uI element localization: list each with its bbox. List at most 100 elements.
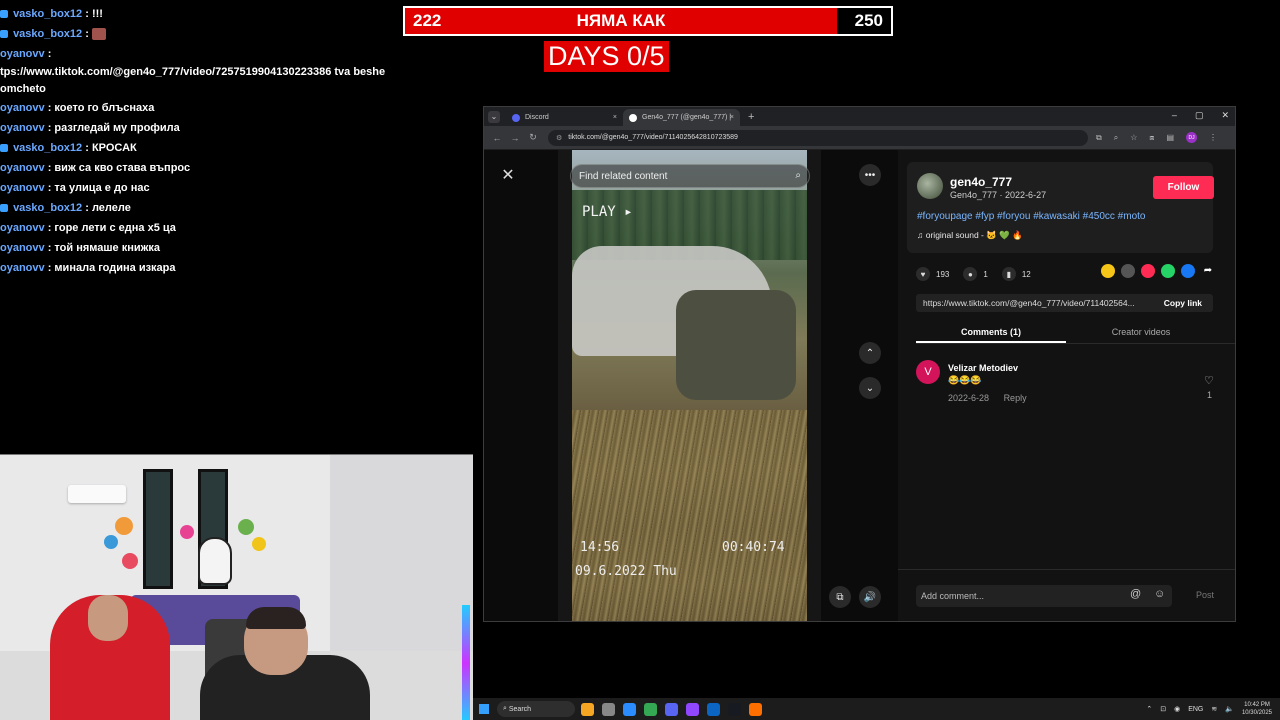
wifi-icon[interactable]: ≋ [1211, 705, 1217, 713]
chat-username[interactable]: oyanovv [0, 182, 45, 194]
emoji-icon[interactable]: ☺ [1154, 588, 1165, 600]
mic-icon[interactable]: ◉ [1174, 705, 1180, 713]
taskbar-app-icon[interactable] [749, 702, 762, 716]
comment-date: 2022-6-28 [948, 393, 990, 403]
install-icon[interactable]: ⧉ [1096, 133, 1102, 143]
url-field[interactable]: ⚙ tiktok.com/@gen4o_777/video/7114025642… [548, 129, 1088, 146]
taskbar-app-icon[interactable] [728, 702, 741, 716]
reload-button[interactable]: ↻ [526, 132, 540, 143]
share-link-row: https://www.tiktok.com/@gen4o_777/video/… [916, 294, 1213, 312]
tab-discord[interactable]: Discord × [506, 109, 623, 126]
chat-username[interactable]: oyanovv [0, 122, 45, 134]
post-button[interactable]: Post [1196, 590, 1214, 600]
tab-close-icon[interactable]: × [730, 114, 734, 121]
extensions-icon[interactable]: ⧈ [1149, 133, 1154, 143]
clock[interactable]: 10:42 PM 10/30/2025 [1242, 701, 1272, 717]
minimize-button[interactable]: – [1172, 110, 1177, 121]
taskbar-app-icon[interactable] [707, 702, 720, 716]
webcam-sticker [115, 517, 133, 535]
previous-video-icon[interactable]: ⌃ [859, 342, 881, 364]
video-player[interactable]: PLAY ▸ 14:56 00:40:74 09.6.2022 Thu [558, 150, 821, 621]
taskbar-app-icon[interactable] [602, 702, 615, 716]
reply-button[interactable]: Reply [1004, 393, 1027, 403]
follow-button[interactable]: Follow [1153, 176, 1214, 199]
sound-label[interactable]: ♫ original sound - 🐱 💚 🔥 [917, 230, 1023, 241]
taskbar-app-icon[interactable] [623, 702, 636, 716]
score-target: 250 [854, 11, 883, 30]
floating-player-icon[interactable]: ⧉ [829, 586, 851, 608]
whatsapp-icon[interactable] [1161, 264, 1175, 278]
video-frame[interactable]: PLAY ▸ 14:56 00:40:74 09.6.2022 Thu [572, 150, 807, 621]
tab-search-button[interactable]: ⌄ [488, 110, 500, 123]
commenter-name[interactable]: Velizar Metodiev [948, 363, 1018, 373]
embed-icon[interactable] [1121, 264, 1135, 278]
score-fill: 222 НЯМА КАК [405, 8, 837, 34]
friends-share-icon[interactable] [1101, 264, 1115, 278]
add-comment-input[interactable]: Add comment... @ ☺ [916, 585, 1172, 607]
language-indicator[interactable]: ENG [1188, 706, 1203, 713]
facebook-icon[interactable] [1181, 264, 1195, 278]
save-stat[interactable]: ▮ 12 [1001, 267, 1031, 281]
tab-comments[interactable]: Comments (1) [916, 322, 1066, 343]
chat-username[interactable]: vasko_box12 [13, 28, 82, 40]
chat-username[interactable]: vasko_box12 [13, 202, 82, 214]
bookmark-star-icon[interactable]: ☆ [1130, 133, 1137, 142]
video-play-overlay: PLAY ▸ [582, 204, 633, 220]
profile-avatar[interactable]: DJ [1186, 132, 1198, 143]
maximize-button[interactable]: ▢ [1195, 110, 1204, 121]
chat-username[interactable]: vasko_box12 [13, 8, 82, 20]
chat-username[interactable]: vasko_box12 [13, 142, 82, 154]
search-icon[interactable]: ⌕ [795, 170, 801, 181]
taskbar-search[interactable]: ⌕ Search [497, 701, 575, 717]
taskbar-app-icon[interactable] [644, 702, 657, 716]
related-search-input[interactable]: Find related content ⌕ [570, 164, 810, 188]
site-info-icon[interactable]: ⚙ [556, 134, 562, 142]
comment-like-icon[interactable]: ♡ [1204, 374, 1214, 387]
taskbar-app-icon[interactable] [665, 702, 678, 716]
taskbar: ⌕ Search ⌃ ⊡ ◉ ENG ≋ 🔈 10:42 PM 10/30/20… [473, 698, 1280, 720]
webcam-sticker [238, 519, 254, 535]
copy-link-button[interactable]: Copy link [1164, 298, 1202, 308]
mention-icon[interactable]: @ [1130, 588, 1141, 600]
close-video-icon[interactable]: ✕ [498, 166, 518, 186]
chat-username[interactable]: oyanovv [0, 262, 45, 274]
back-button[interactable]: ← [490, 133, 504, 143]
new-tab-button[interactable]: + [748, 111, 754, 123]
forward-button[interactable]: → [508, 133, 522, 143]
zoom-icon[interactable]: ⌕ [1114, 133, 1118, 143]
commenter-avatar[interactable]: V [916, 360, 940, 384]
tab-close-icon[interactable]: × [613, 114, 617, 121]
next-video-icon[interactable]: ⌄ [859, 377, 881, 399]
comment-stat[interactable]: ● 1 [963, 267, 988, 281]
sidebar-icon[interactable]: ▤ [1166, 133, 1174, 142]
share-link[interactable]: https://www.tiktok.com/@gen4o_777/video/… [923, 298, 1135, 308]
bookmark-icon: ▮ [1001, 267, 1016, 281]
speaker-icon[interactable]: 🔈 [1225, 705, 1234, 713]
hashtags[interactable]: #foryoupage #fyp #foryou #kawasaki #450c… [917, 211, 1145, 222]
windows-start-icon[interactable] [479, 704, 489, 714]
author-name[interactable]: gen4o_777 [950, 175, 1012, 189]
menu-icon[interactable]: ⋮ [1209, 133, 1217, 142]
taskbar-app-icon[interactable] [686, 702, 699, 716]
share-arrow-icon[interactable]: ➦ [1201, 264, 1215, 278]
repost-icon[interactable] [1141, 264, 1155, 278]
chat-separator: : [44, 122, 55, 134]
chat-overlay: vasko_box12 : !!! vasko_box12 : oyanovv … [0, 4, 470, 278]
chat-username[interactable]: oyanovv [0, 102, 45, 114]
webcam-feed [0, 454, 473, 720]
chat-username[interactable]: oyanovv [0, 48, 45, 60]
network-icon[interactable]: ⊡ [1160, 705, 1166, 713]
chat-line: oyanovv : та улица е до нас [0, 178, 470, 198]
author-avatar[interactable] [917, 173, 943, 199]
close-window-button[interactable]: ✕ [1221, 110, 1229, 121]
volume-icon[interactable]: 🔊 [859, 586, 881, 608]
chevron-up-icon[interactable]: ⌃ [1146, 705, 1152, 713]
more-options-icon[interactable]: ••• [859, 164, 881, 186]
tab-tiktok[interactable]: Gen4o_777 (@gen4o_777) | × [623, 109, 740, 126]
chat-username[interactable]: oyanovv [0, 242, 45, 254]
taskbar-app-icon[interactable] [581, 702, 594, 716]
chat-username[interactable]: oyanovv [0, 162, 45, 174]
tab-creator-videos[interactable]: Creator videos [1066, 322, 1216, 343]
like-stat[interactable]: ♥ 193 [916, 267, 949, 281]
chat-username[interactable]: oyanovv [0, 222, 45, 234]
